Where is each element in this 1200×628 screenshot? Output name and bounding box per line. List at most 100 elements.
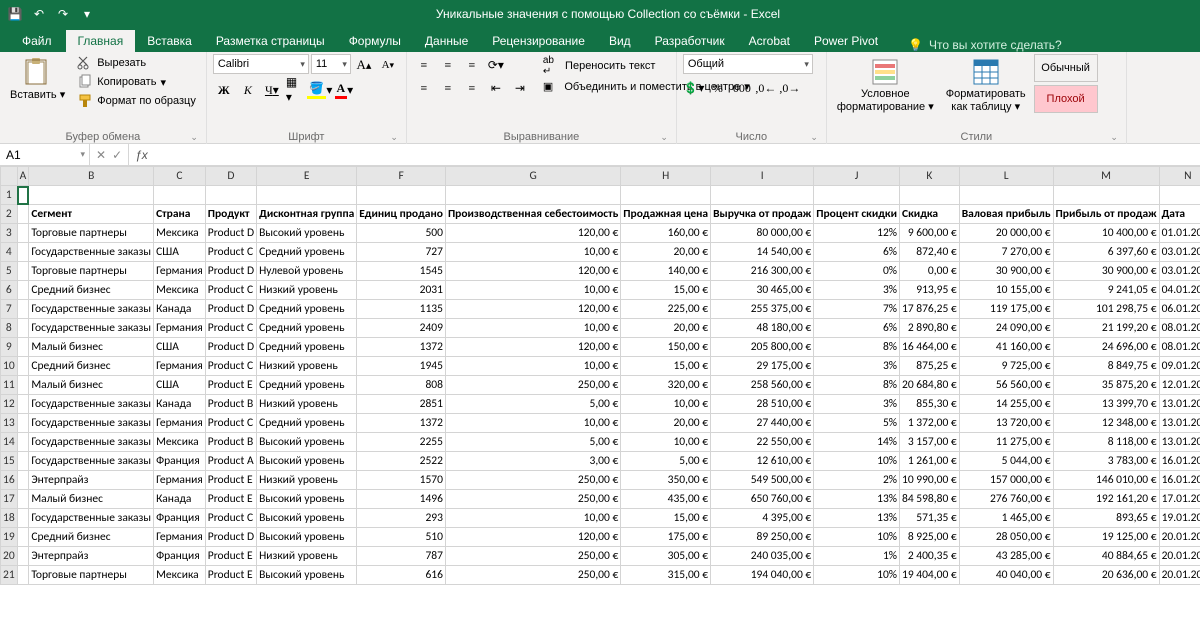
- conditional-format-button[interactable]: Условноеформатирование ▾: [833, 54, 938, 115]
- cell[interactable]: 150,00 €: [621, 338, 711, 357]
- decrease-font-icon[interactable]: A▾: [377, 54, 399, 76]
- cell[interactable]: 320,00 €: [621, 376, 711, 395]
- cell[interactable]: Германия: [154, 319, 206, 338]
- row-header[interactable]: 6: [1, 281, 18, 300]
- cell[interactable]: 21 199,20 €: [1053, 319, 1159, 338]
- cell[interactable]: 17 876,25 €: [900, 300, 960, 319]
- cell[interactable]: 20.01.2019: [1159, 528, 1200, 547]
- row-header[interactable]: 19: [1, 528, 18, 547]
- cell[interactable]: 146 010,00 €: [1053, 471, 1159, 490]
- cell[interactable]: [17, 338, 29, 357]
- cell[interactable]: 14 540,00 €: [711, 243, 814, 262]
- col-header-M[interactable]: M: [1053, 167, 1159, 186]
- cell[interactable]: 20,00 €: [621, 414, 711, 433]
- cell[interactable]: 8%: [814, 376, 900, 395]
- cell[interactable]: 808: [357, 376, 446, 395]
- table-header[interactable]: Прибыль от продаж: [1053, 205, 1159, 224]
- cell[interactable]: Германия: [154, 262, 206, 281]
- cell[interactable]: [17, 300, 29, 319]
- cell[interactable]: 10,00 €: [445, 414, 620, 433]
- cell[interactable]: 04.01.2019: [1159, 281, 1200, 300]
- cell-A1[interactable]: [17, 186, 29, 205]
- cell[interactable]: Высокий уровень: [257, 509, 357, 528]
- cell[interactable]: 12%: [814, 224, 900, 243]
- cell[interactable]: 41 160,00 €: [959, 338, 1053, 357]
- row-header[interactable]: 8: [1, 319, 18, 338]
- cell[interactable]: 10,00 €: [445, 281, 620, 300]
- table-header[interactable]: Процент скидки: [814, 205, 900, 224]
- currency-icon[interactable]: 💲▾: [683, 77, 705, 99]
- cell[interactable]: 20 000,00 €: [959, 224, 1053, 243]
- cell[interactable]: 119 175,00 €: [959, 300, 1053, 319]
- cell[interactable]: 2409: [357, 319, 446, 338]
- cell[interactable]: 305,00 €: [621, 547, 711, 566]
- cell[interactable]: 13.01.2019: [1159, 395, 1200, 414]
- cell[interactable]: Нулевой уровень: [257, 262, 357, 281]
- cell[interactable]: 16 464,00 €: [900, 338, 960, 357]
- cell[interactable]: [17, 319, 29, 338]
- cell[interactable]: Product E: [205, 547, 256, 566]
- cell[interactable]: Средний уровень: [257, 319, 357, 338]
- cell[interactable]: 10,00 €: [621, 433, 711, 452]
- align-top-icon[interactable]: ≡: [413, 54, 435, 76]
- cell[interactable]: 27 440,00 €: [711, 414, 814, 433]
- tab-рецензирование[interactable]: Рецензирование: [480, 30, 597, 52]
- col-header-E[interactable]: E: [257, 167, 357, 186]
- cell[interactable]: Канада: [154, 395, 206, 414]
- cell[interactable]: 616: [357, 566, 446, 585]
- worksheet-grid[interactable]: ABCDEFGHIJKLMN12СегментСтранаПродуктДиск…: [0, 166, 1200, 626]
- cell[interactable]: 7 270,00 €: [959, 243, 1053, 262]
- cell[interactable]: 13 399,70 €: [1053, 395, 1159, 414]
- cell[interactable]: 1545: [357, 262, 446, 281]
- cell[interactable]: Средний бизнес: [29, 357, 154, 376]
- tab-acrobat[interactable]: Acrobat: [737, 30, 802, 52]
- cell[interactable]: 14%: [814, 433, 900, 452]
- tab-разработчик[interactable]: Разработчик: [643, 30, 737, 52]
- col-header-K[interactable]: K: [900, 167, 960, 186]
- cell[interactable]: 225,00 €: [621, 300, 711, 319]
- cell[interactable]: 350,00 €: [621, 471, 711, 490]
- cell[interactable]: Product C: [205, 509, 256, 528]
- cell[interactable]: Высокий уровень: [257, 452, 357, 471]
- row-header[interactable]: 5: [1, 262, 18, 281]
- table-header[interactable]: Единиц продано: [357, 205, 446, 224]
- cell[interactable]: 15,00 €: [621, 281, 711, 300]
- cell[interactable]: [17, 357, 29, 376]
- col-header-F[interactable]: F: [357, 167, 446, 186]
- table-header[interactable]: Продукт: [205, 205, 256, 224]
- cell[interactable]: Франция: [154, 509, 206, 528]
- cell[interactable]: 0%: [814, 262, 900, 281]
- table-header[interactable]: Страна: [154, 205, 206, 224]
- align-left-icon[interactable]: ≡: [413, 77, 435, 99]
- format-table-button[interactable]: Форматироватькак таблицу ▾: [942, 54, 1030, 115]
- cell[interactable]: 549 500,00 €: [711, 471, 814, 490]
- cell[interactable]: 5,00 €: [445, 395, 620, 414]
- cell[interactable]: Франция: [154, 547, 206, 566]
- cell[interactable]: Германия: [154, 414, 206, 433]
- cell[interactable]: 03.01.2019: [1159, 262, 1200, 281]
- col-header-H[interactable]: H: [621, 167, 711, 186]
- cell[interactable]: 120,00 €: [445, 528, 620, 547]
- col-header-J[interactable]: J: [814, 167, 900, 186]
- cell[interactable]: 8 849,75 €: [1053, 357, 1159, 376]
- tab-файл[interactable]: Файл: [10, 30, 66, 52]
- cell[interactable]: 727: [357, 243, 446, 262]
- cancel-formula-icon[interactable]: ✕: [96, 148, 106, 162]
- cell[interactable]: Государственные заказы: [29, 243, 154, 262]
- cell[interactable]: 216 300,00 €: [711, 262, 814, 281]
- row-header[interactable]: 17: [1, 490, 18, 509]
- cell[interactable]: 8 118,00 €: [1053, 433, 1159, 452]
- underline-button[interactable]: Ч ▾: [261, 79, 283, 101]
- cell[interactable]: 09.01.2019: [1159, 357, 1200, 376]
- align-bottom-icon[interactable]: ≡: [461, 54, 483, 76]
- cell[interactable]: 03.01.2019: [1159, 243, 1200, 262]
- tab-данные[interactable]: Данные: [413, 30, 480, 52]
- cell[interactable]: Product D: [205, 300, 256, 319]
- cell[interactable]: [17, 376, 29, 395]
- cell[interactable]: 20 684,80 €: [900, 376, 960, 395]
- cell[interactable]: 250,00 €: [445, 490, 620, 509]
- fx-icon[interactable]: ƒx: [129, 148, 148, 162]
- row-header[interactable]: 14: [1, 433, 18, 452]
- cell[interactable]: Мексика: [154, 281, 206, 300]
- cell[interactable]: 10%: [814, 566, 900, 585]
